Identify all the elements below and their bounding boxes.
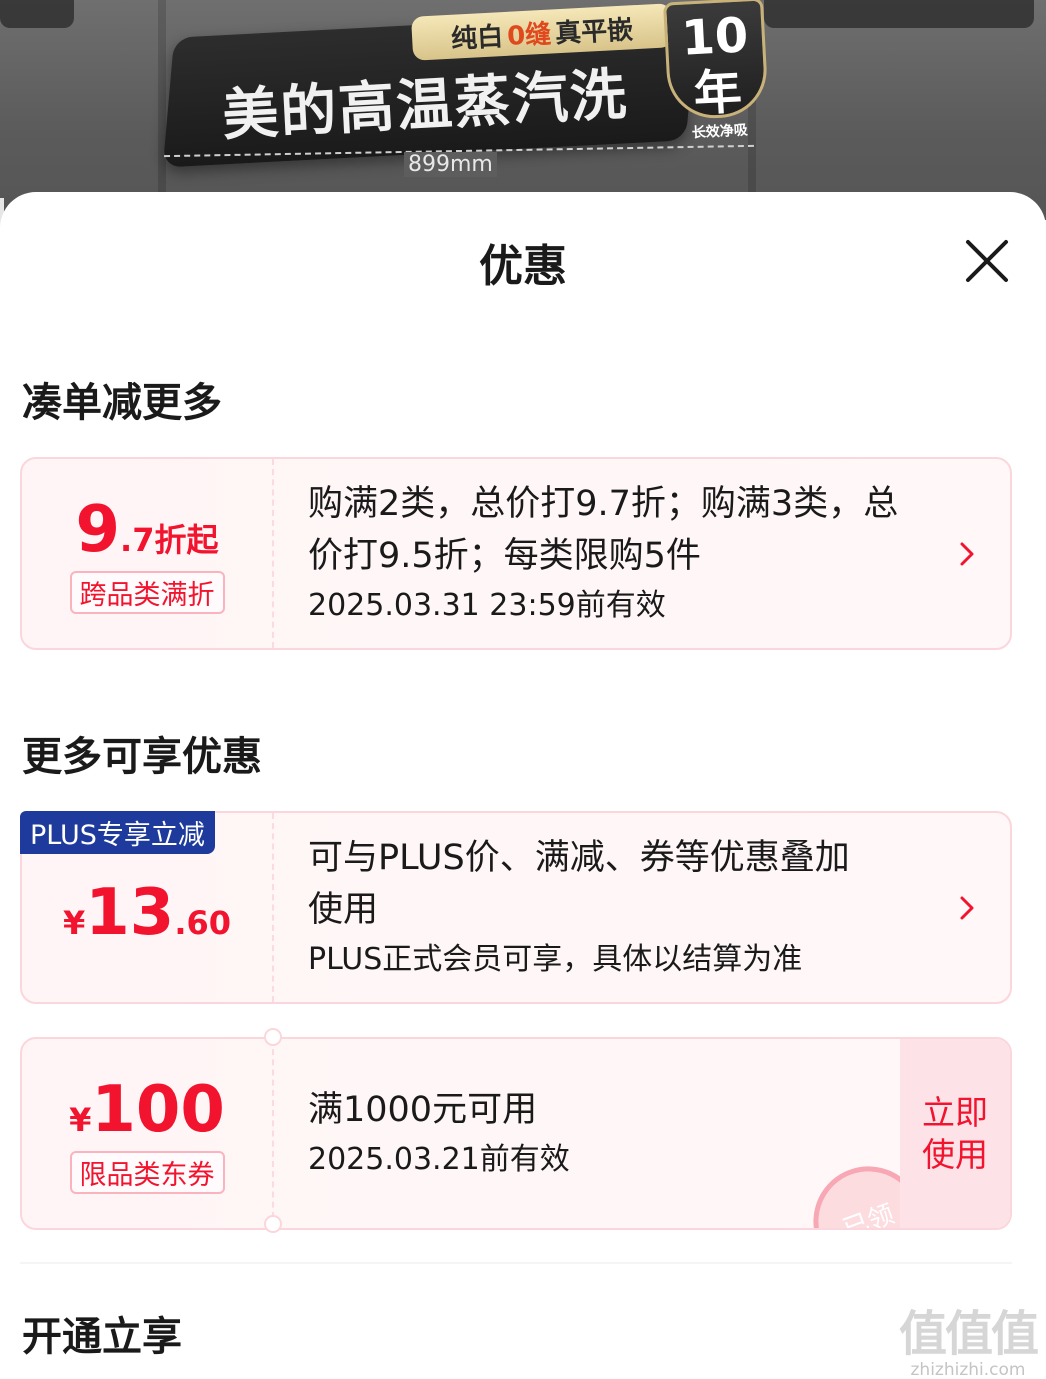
label-top-part: 真平嵌 bbox=[554, 14, 634, 49]
discount-suffix: .7折起 bbox=[120, 521, 219, 559]
coupon-validity: 2025.03.21前有效 bbox=[308, 1141, 570, 1177]
discount-type-tag: 跨品类满折 bbox=[69, 571, 225, 614]
cross-category-discount-card[interactable]: 9.7折起 跨品类满折 购满2类，总价打9.7折；购满3类，总 价打9.5折；每… bbox=[20, 457, 1012, 650]
section-divider bbox=[20, 1262, 1012, 1264]
watermark: 值值值 zhizhizhi.com bbox=[898, 1294, 1039, 1379]
coupon-amount-value: 100 bbox=[91, 1073, 225, 1147]
back-button[interactable] bbox=[0, 0, 74, 28]
discount-value: 9.7折起 bbox=[76, 493, 219, 567]
measure-text: 899mm bbox=[404, 152, 497, 177]
warranty-badge: 10年 长效净吸 bbox=[662, 0, 770, 141]
coupon-type-tag: 限品类东券 bbox=[69, 1151, 225, 1194]
discount-sheet: 优惠 凑单减更多 9.7折起 跨品类满折 购满2类，总价打9.7折；购满3类，总… bbox=[0, 192, 1046, 1379]
plus-description: 可与PLUS价、满减、券等优惠叠加 使用 PLUS正式会员可享，具体以结算为准 bbox=[308, 813, 950, 1002]
label-top-part: 0缝 bbox=[506, 19, 552, 52]
discount-description: 购满2类，总价打9.7折；购满3类，总 价打9.5折；每类限购5件 2025.0… bbox=[308, 459, 950, 648]
use-now-line: 立即 bbox=[922, 1092, 988, 1132]
close-button[interactable] bbox=[962, 236, 1012, 286]
discount-desc-line: 价打9.5折；每类限购5件 bbox=[308, 535, 701, 576]
use-now-button[interactable]: 立即 使用 bbox=[900, 1039, 1010, 1228]
coupon-condition: 满1000元可用 bbox=[308, 1089, 538, 1130]
plus-amount-dec: .60 bbox=[174, 903, 231, 942]
section-title-more: 更多可享优惠 bbox=[22, 734, 262, 780]
coupon-amount: ¥100 bbox=[69, 1073, 225, 1147]
currency-symbol: ¥ bbox=[69, 1101, 92, 1139]
section-title-bundle: 凑单减更多 bbox=[22, 380, 222, 426]
chevron-right-icon bbox=[960, 542, 974, 565]
discount-desc-line: 购满2类，总价打9.7折；购满3类，总 bbox=[308, 483, 899, 524]
banner-pillar bbox=[158, 0, 166, 220]
currency-symbol: ¥ bbox=[62, 903, 86, 942]
plus-amount: ¥13.60 bbox=[63, 876, 231, 950]
product-banner: 纯白 0缝 真平嵌 美的高温蒸汽洗 10年 长效净吸 899mm bbox=[0, 0, 1046, 220]
warranty-badge-big: 10年 bbox=[680, 7, 750, 123]
plus-discount-card[interactable]: PLUS专享立减 ¥13.60 可与PLUS价、满减、券等优惠叠加 使用 PLU… bbox=[20, 811, 1012, 1004]
coupon-card: ¥100 限品类东券 满1000元可用 2025.03.21前有效 已领 立即 … bbox=[20, 1037, 1012, 1230]
section-title-open: 开通立享 bbox=[22, 1314, 182, 1360]
discount-value-panel: 9.7折起 跨品类满折 bbox=[22, 459, 274, 648]
sheet-title: 优惠 bbox=[479, 241, 567, 292]
plus-desc-line: 使用 bbox=[308, 889, 379, 930]
coupon-notch-bottom bbox=[264, 1215, 282, 1233]
coupon-notch-top bbox=[264, 1028, 282, 1046]
plus-amount-int: 13 bbox=[85, 875, 175, 950]
use-now-line: 使用 bbox=[922, 1134, 988, 1174]
label-top-part: 纯白 bbox=[450, 21, 504, 55]
coupon-value-panel: ¥100 限品类东券 bbox=[22, 1039, 274, 1228]
coupon-description: 满1000元可用 2025.03.21前有效 bbox=[308, 1039, 890, 1228]
plus-desc-line: 可与PLUS价、满减、券等优惠叠加 bbox=[308, 837, 850, 878]
chevron-right-icon bbox=[960, 896, 974, 919]
watermark-url: zhizhizhi.com bbox=[910, 1360, 1026, 1379]
close-icon bbox=[966, 240, 1008, 282]
discount-int: 9 bbox=[75, 493, 121, 567]
top-actions[interactable] bbox=[764, 0, 1034, 28]
plus-value-panel: ¥13.60 bbox=[22, 813, 274, 1002]
plus-note: PLUS正式会员可享，具体以结算为准 bbox=[308, 941, 803, 977]
discount-validity: 2025.03.31 23:59前有效 bbox=[308, 587, 666, 623]
watermark-logo: 值值值 bbox=[898, 1306, 1039, 1362]
